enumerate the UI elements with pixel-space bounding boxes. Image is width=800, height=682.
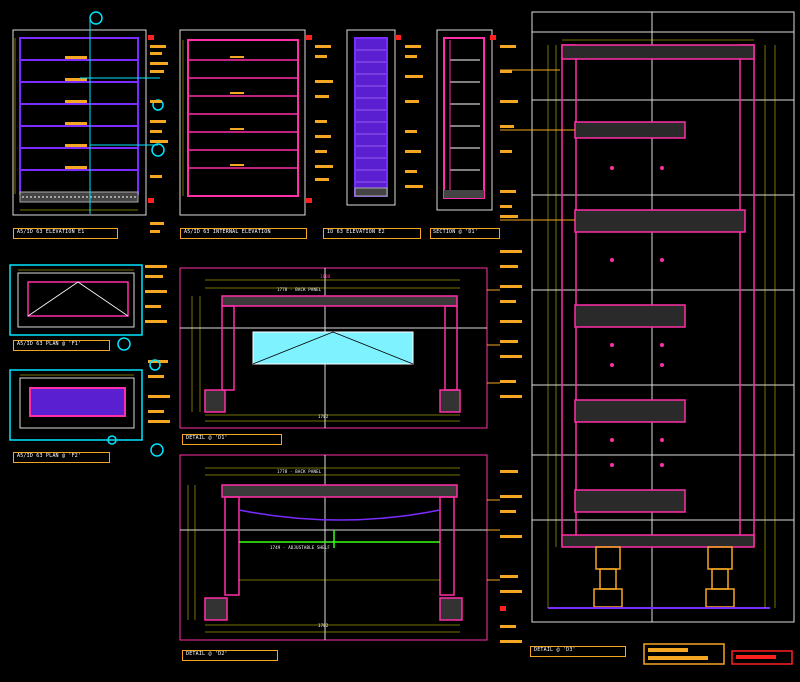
title-elevation-e1: A5/ID 63 ELEVATION E1 <box>17 229 85 235</box>
note-back-panel-1: 1778 - BACK PANEL <box>277 287 322 292</box>
note-back-panel-2: 1778 - BACK PANEL <box>277 469 322 474</box>
title-plan-f2: A5/ID 63 PLAN @ 'F2' <box>17 453 82 459</box>
note-adjustable-shelf: 1749 - ADJUSTABLE SHELF <box>270 545 330 550</box>
dim-d1-bottom: 1782 <box>318 414 329 419</box>
title-plan-f1: A5/ID 63 PLAN @ 'F1' <box>17 341 82 347</box>
detail-d1 <box>179 267 500 429</box>
elevation-e2 <box>346 29 401 206</box>
title-section-d1: SECTION @ 'D1' <box>433 229 478 235</box>
cad-drawing-canvas <box>9 11 795 665</box>
title-elevation-e2: ID 63 ELEVATION E2 <box>327 229 385 235</box>
dim-d1-top: 1800 <box>320 274 331 279</box>
section-d1 <box>436 29 496 211</box>
title-internal-elevation: A5/ID 63 INTERNAL ELEVATION <box>184 229 271 235</box>
plan-f1 <box>9 264 143 351</box>
detail-d2 <box>179 454 506 641</box>
plan-f2 <box>9 369 164 457</box>
title-detail-d1: DETAIL @ 'D1' <box>186 435 228 441</box>
internal-elevation <box>179 29 312 216</box>
elevation-e1 <box>12 11 165 216</box>
title-detail-d3: DETAIL @ 'D3' <box>534 647 576 653</box>
title-detail-d2: DETAIL @ 'D2' <box>186 651 228 657</box>
title-block <box>643 643 793 665</box>
detail-d3 <box>500 11 795 623</box>
dim-d2-bottom: 1782 <box>318 623 329 628</box>
